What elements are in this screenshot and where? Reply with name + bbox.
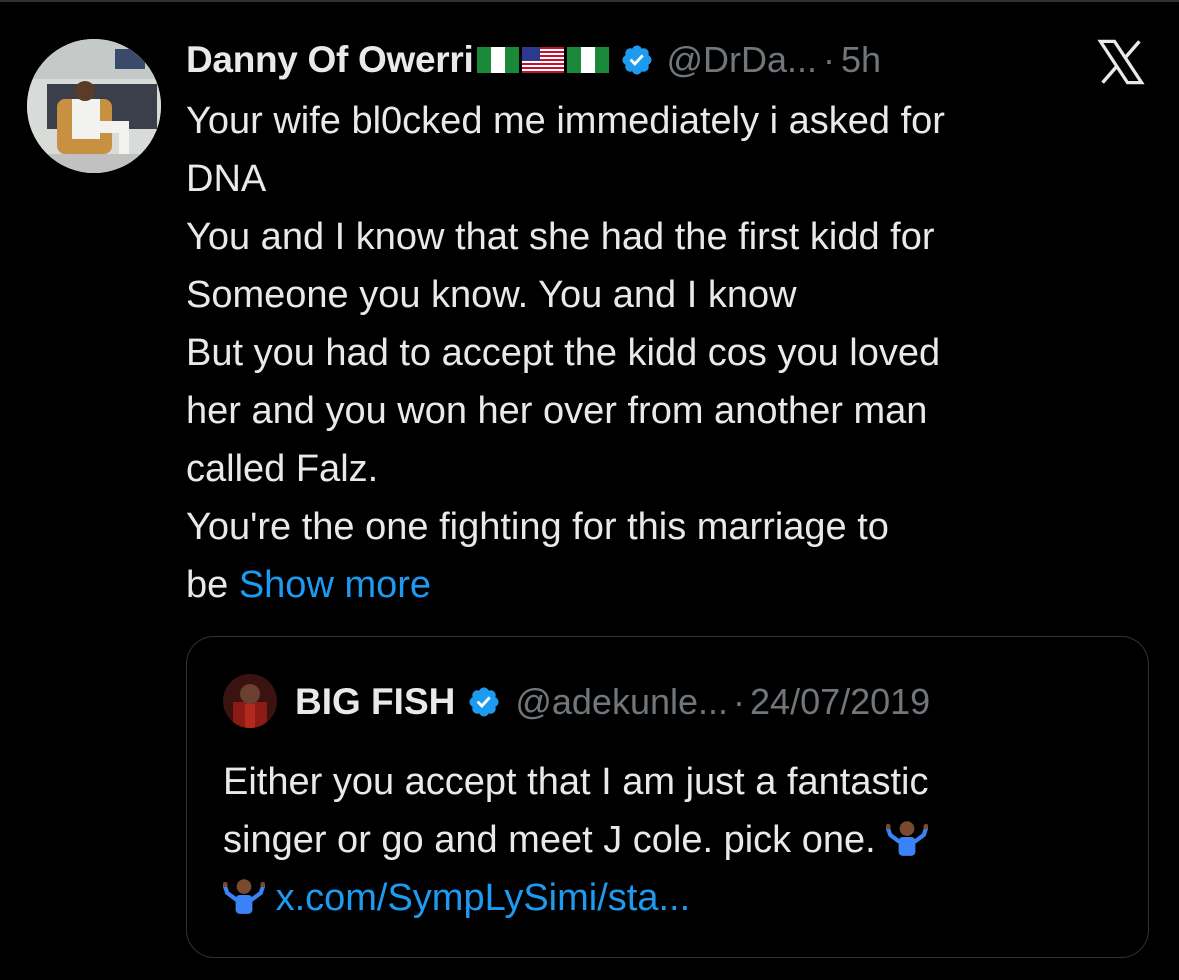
quoted-body-line-text: singer or go and meet J cole. pick one. bbox=[223, 819, 876, 861]
tweet-body-line: You and I know that she had the first ki… bbox=[186, 216, 935, 258]
quoted-tweet-body: Either you accept that I am just a fanta… bbox=[223, 753, 1123, 927]
quoted-body-line: Either you accept that I am just a fanta… bbox=[223, 761, 929, 803]
nigeria-flag-icon bbox=[477, 47, 520, 73]
tweet-body-line: her and you won her over from another ma… bbox=[186, 390, 928, 432]
quoted-tweet-header: BIG FISH @adekunle... · 24/07/2019 bbox=[295, 677, 930, 727]
usa-flag-icon bbox=[522, 47, 565, 73]
person-shrugging-emoji-icon bbox=[223, 879, 265, 914]
tweet-body-line: But you had to accept the kidd cos you l… bbox=[186, 332, 941, 374]
show-more-link[interactable]: Show more bbox=[239, 564, 431, 606]
quoted-author-avatar[interactable] bbox=[223, 674, 277, 728]
quoted-body-link-line: x.com/SympLySimi/sta... bbox=[223, 869, 1123, 927]
quoted-tweet-link[interactable]: x.com/SympLySimi/sta... bbox=[276, 877, 691, 919]
tweet-body-line: Someone you know. You and I know bbox=[186, 274, 797, 316]
tweet-body-line-start: be bbox=[186, 564, 239, 606]
person-shrugging-emoji-icon bbox=[886, 821, 929, 856]
tweet-body: Your wife bl0cked me immediately i asked… bbox=[186, 92, 1106, 614]
verified-badge-icon bbox=[622, 45, 652, 75]
author-handle[interactable]: @DrDa... bbox=[666, 39, 817, 81]
tweet-body-line: Your wife bl0cked me immediately i asked… bbox=[186, 100, 945, 142]
tweet-body-line: DNA bbox=[186, 158, 267, 200]
author-flags bbox=[477, 47, 612, 73]
tweet-body-last-line: be Show more bbox=[186, 556, 1106, 614]
verified-badge-icon bbox=[469, 687, 499, 717]
author-avatar[interactable] bbox=[27, 39, 161, 173]
tweet-body-line: You're the one fighting for this marriag… bbox=[186, 506, 889, 548]
quoted-tweet[interactable]: BIG FISH @adekunle... · 24/07/2019 Eithe… bbox=[186, 636, 1149, 958]
author-name[interactable]: Danny Of Owerri bbox=[186, 39, 474, 81]
tweet-body-line: called Falz. bbox=[186, 448, 379, 490]
quoted-author-handle[interactable]: @adekunle... bbox=[515, 681, 728, 723]
quoted-author-name[interactable]: BIG FISH bbox=[295, 681, 455, 723]
quoted-tweet-date[interactable]: 24/07/2019 bbox=[750, 681, 930, 723]
author-avatar-image bbox=[27, 39, 161, 173]
quoted-author-avatar-image bbox=[223, 674, 277, 728]
tweet-header: Danny Of Owerri @DrDa... · 5h bbox=[186, 34, 881, 86]
nigeria-flag-icon bbox=[567, 47, 610, 73]
x-logo-icon bbox=[1097, 39, 1145, 85]
quoted-header-separator: · bbox=[733, 681, 746, 722]
top-divider bbox=[0, 0, 1179, 2]
quoted-body-line: singer or go and meet J cole. pick one. bbox=[223, 811, 1123, 869]
tweet-timestamp[interactable]: 5h bbox=[841, 39, 881, 81]
header-separator: · bbox=[823, 39, 836, 80]
